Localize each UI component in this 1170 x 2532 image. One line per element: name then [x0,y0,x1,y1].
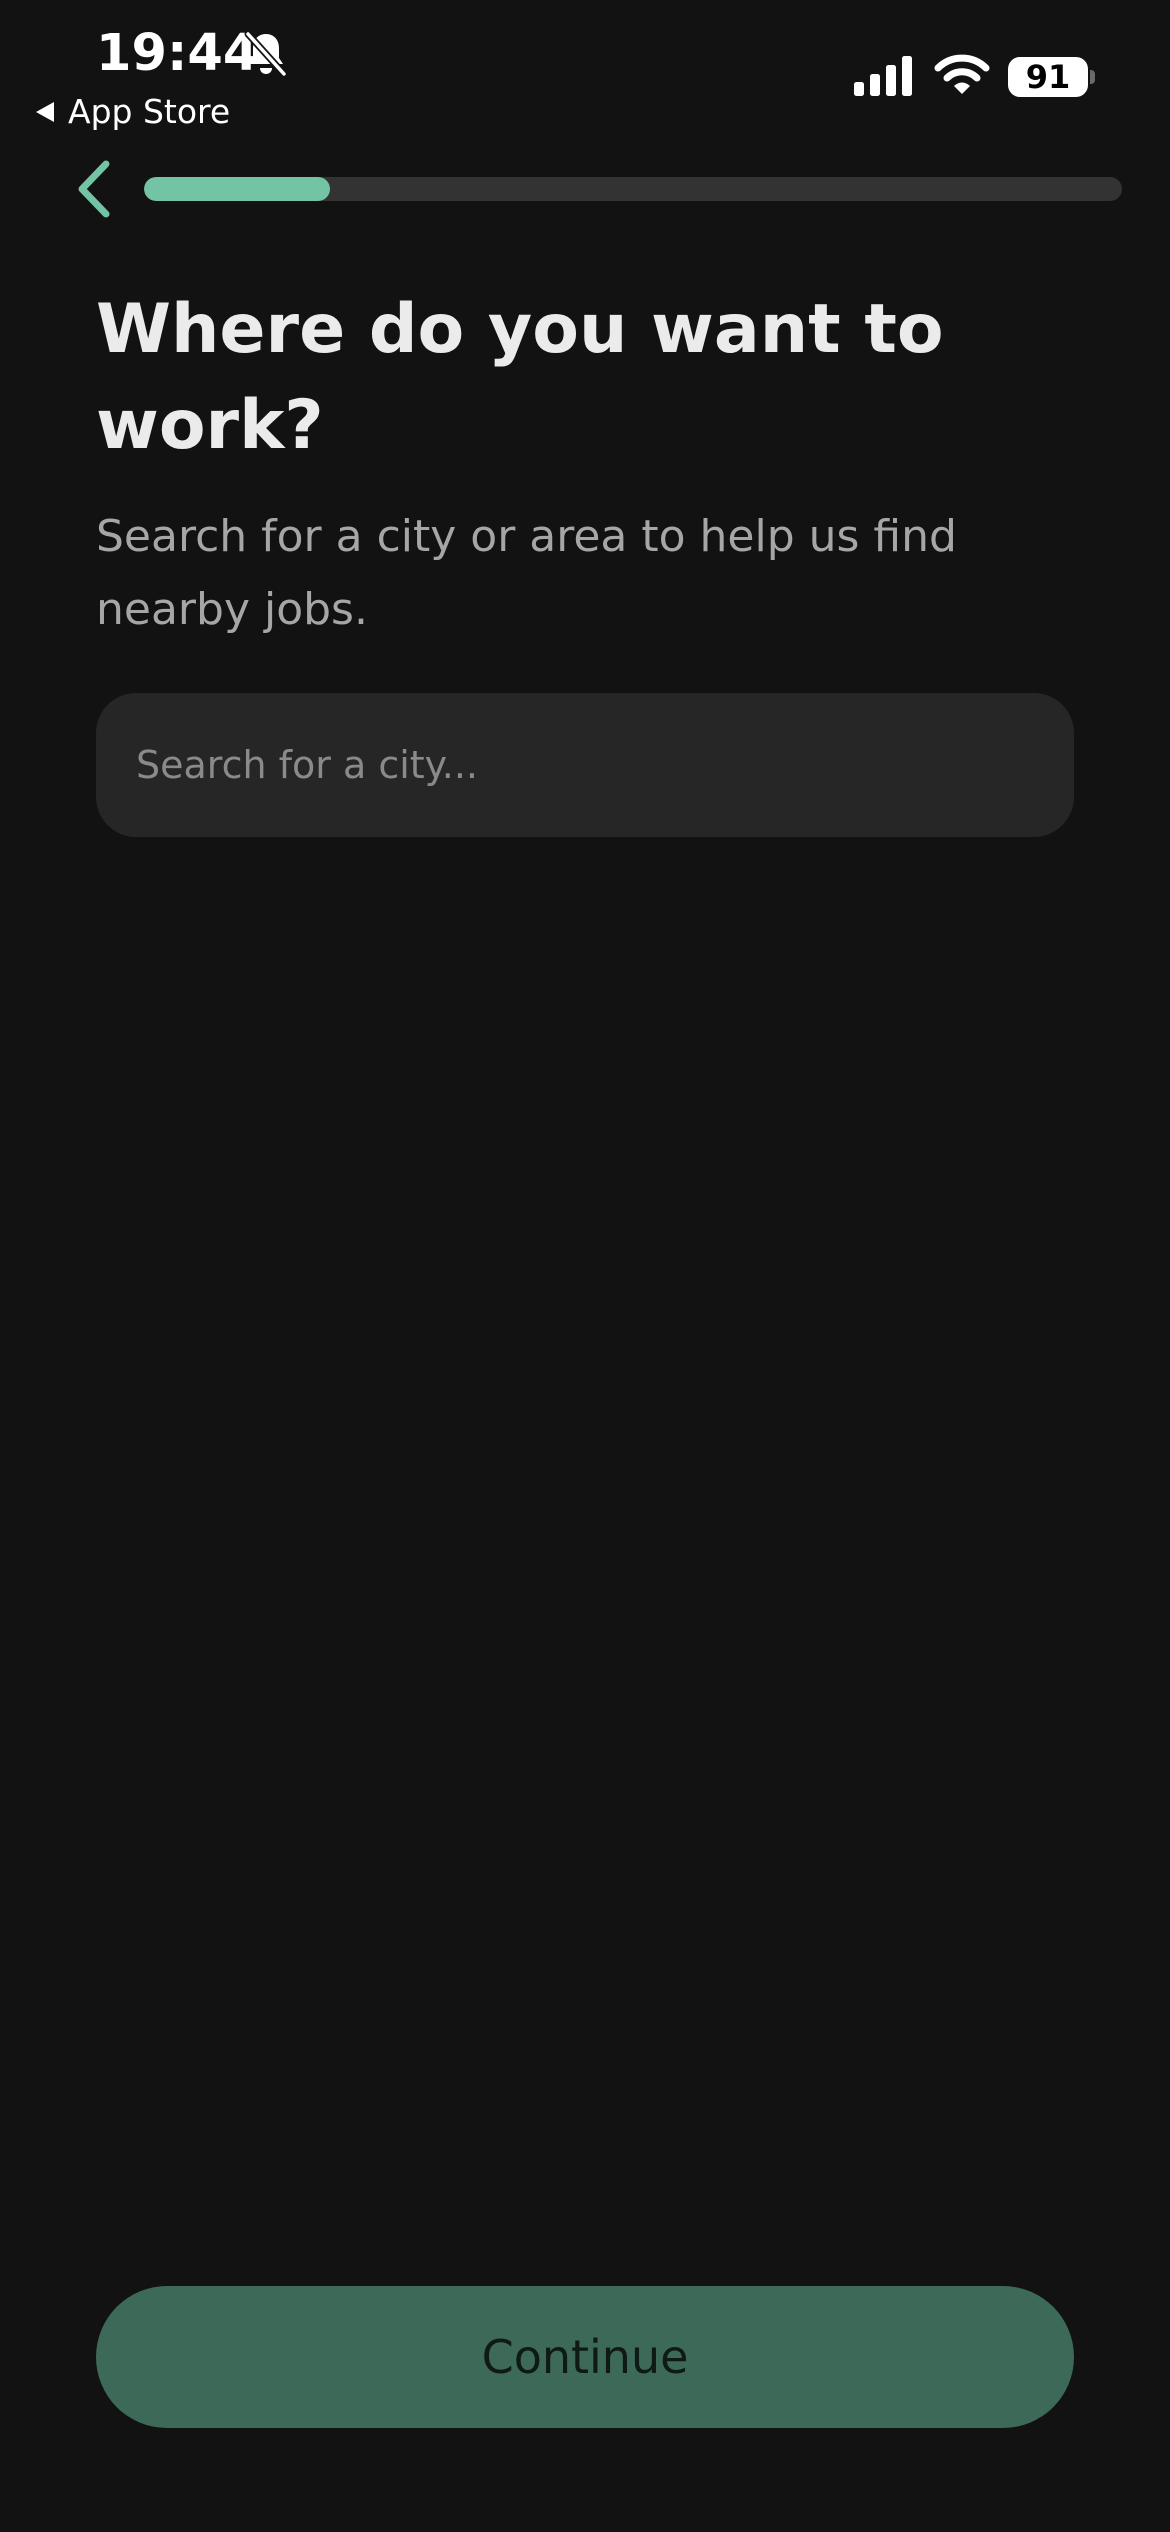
battery-cap [1090,70,1095,84]
chevron-left-icon[interactable] [70,158,120,220]
back-to-app-store[interactable]: App Store [36,90,230,134]
cellular-signal-icon [854,56,912,96]
progress-bar-fill [144,177,330,201]
battery-icon: 91 [1008,57,1088,97]
back-app-label: App Store [68,92,231,131]
bell-slash-icon [244,30,288,78]
continue-button[interactable]: Continue [96,2286,1074,2428]
status-time: 19:44 [96,24,259,83]
city-search-input[interactable] [96,693,1074,837]
back-triangle-icon [36,102,54,122]
page-title: Where do you want to work? [96,290,944,465]
wifi-icon [934,54,990,94]
progress-bar [144,177,1122,201]
page-subtitle: Search for a city or area to help us fin… [96,511,957,635]
